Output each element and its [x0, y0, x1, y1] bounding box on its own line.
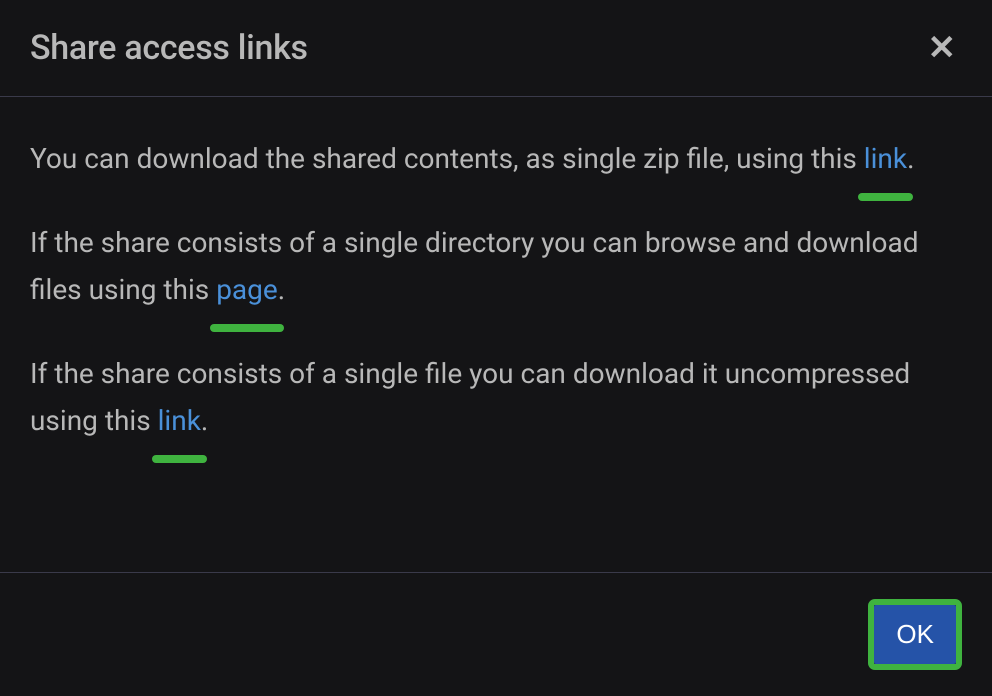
text-segment: . — [907, 142, 914, 175]
text-segment: . — [201, 404, 208, 437]
text-segment: You can download the shared contents, as… — [30, 142, 864, 175]
text-segment: If the share consists of a single direct… — [30, 226, 919, 307]
modal-header: Share access links ✕ — [0, 0, 992, 97]
browse-directory-link[interactable]: page — [216, 266, 278, 314]
modal-title: Share access links — [30, 28, 308, 68]
text-segment: . — [278, 273, 285, 306]
browse-directory-text: If the share consists of a single direct… — [30, 219, 962, 314]
ok-button[interactable]: OK — [874, 605, 956, 664]
close-button[interactable]: ✕ — [922, 31, 963, 65]
share-access-links-modal: Share access links ✕ You can download th… — [0, 0, 992, 696]
download-uncompressed-link[interactable]: link — [158, 397, 201, 445]
ok-button-highlight: OK — [868, 599, 962, 670]
download-zip-link[interactable]: link — [864, 135, 907, 183]
download-zip-text: You can download the shared contents, as… — [30, 135, 962, 183]
close-icon: ✕ — [928, 29, 957, 67]
modal-footer: OK — [0, 572, 992, 696]
modal-body: You can download the shared contents, as… — [0, 97, 992, 572]
download-uncompressed-text: If the share consists of a single file y… — [30, 350, 962, 445]
